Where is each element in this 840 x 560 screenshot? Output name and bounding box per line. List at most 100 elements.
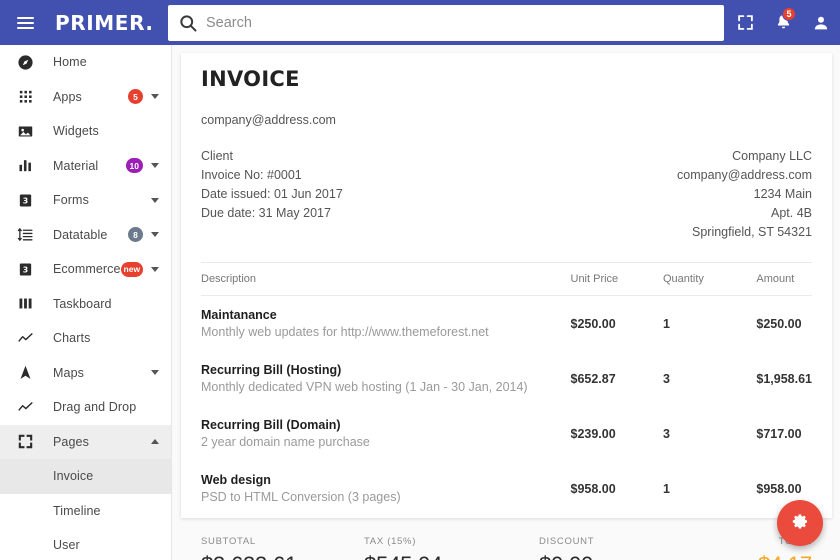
list-icon xyxy=(14,224,36,246)
cart-icon: 3 xyxy=(14,258,36,280)
notifications-button[interactable]: 5 xyxy=(764,0,802,45)
invoice-items-table: Description Unit Price Quantity Amount M… xyxy=(201,262,812,518)
chevron-down-icon[interactable] xyxy=(151,94,159,99)
sidebar-item-pages[interactable]: Pages xyxy=(0,425,171,460)
invoice-meta-line: Client xyxy=(201,147,343,166)
cell-quantity: 3 xyxy=(663,351,756,406)
item-title: Recurring Bill (Domain) xyxy=(201,418,571,432)
sidebar-item-home[interactable]: Home xyxy=(0,45,171,80)
sidebar-nav: HomeApps5WidgetsMaterial103FormsDatatabl… xyxy=(0,45,172,560)
invoice-meta-line: Springfield, ST 54321 xyxy=(677,223,812,242)
fullscreen-icon[interactable] xyxy=(726,0,764,45)
svg-text:3: 3 xyxy=(22,196,27,205)
invoice-meta: ClientInvoice No: #0001Date issued: 01 J… xyxy=(201,147,812,242)
chevron-up-icon[interactable] xyxy=(151,439,159,444)
cell-description: Recurring Bill (Domain) 2 year domain nam… xyxy=(201,406,571,461)
total-label: SUBTOTAL xyxy=(201,536,364,547)
total-block-tax-15-: TAX (15%) $545.04 xyxy=(364,536,539,560)
table-row: Recurring Bill (Hosting)Monthly dedicate… xyxy=(201,351,812,406)
sidebar-item-label: Widgets xyxy=(53,124,161,138)
sidebar-badge-material: 10 xyxy=(126,158,143,173)
sidebar-item-timeline[interactable]: Timeline xyxy=(0,494,171,529)
total-label: DISCOUNT xyxy=(539,536,714,547)
table-row: Web design PSD to HTML Conversion (3 page… xyxy=(201,461,812,518)
item-subtitle: 2 year domain name purchase xyxy=(201,435,571,449)
cell-quantity: 3 xyxy=(663,406,756,461)
sidebar-item-maps[interactable]: Maps xyxy=(0,356,171,391)
table-row: MaintananceMonthly web updates for http:… xyxy=(201,296,812,352)
column-header-unit-price: Unit Price xyxy=(571,263,663,296)
cell-description: Web design PSD to HTML Conversion (3 page… xyxy=(201,461,571,518)
item-title: Recurring Bill (Hosting) xyxy=(201,363,571,377)
form-icon: 3 xyxy=(14,189,36,211)
sidebar-item-widgets[interactable]: Widgets xyxy=(0,114,171,149)
sidebar-item-ecommerce[interactable]: 3Ecommercenew xyxy=(0,252,171,287)
invoice-meta-line: Date issued: 01 Jun 2017 xyxy=(201,185,343,204)
sidebar-item-forms[interactable]: 3 Forms xyxy=(0,183,171,218)
total-value: $4,17 xyxy=(714,552,812,560)
cell-unit-price: $652.87 xyxy=(571,351,663,406)
grid-icon xyxy=(14,86,36,108)
sidebar-item-datatable[interactable]: Datatable8 xyxy=(0,218,171,253)
cell-unit-price: $958.00 xyxy=(571,461,663,518)
invoice-client-block: ClientInvoice No: #0001Date issued: 01 J… xyxy=(201,147,343,242)
app-root: PRIMER. 5 xyxy=(0,0,840,560)
sidebar-badge-apps: 5 xyxy=(128,89,143,104)
sidebar-item-label: Apps xyxy=(53,90,128,104)
sidebar-item-invoice[interactable]: Invoice xyxy=(0,459,171,494)
gear-icon xyxy=(791,512,810,534)
sidebar-item-label: User xyxy=(53,538,161,552)
column-header-amount: Amount xyxy=(756,263,812,296)
cell-description: MaintananceMonthly web updates for http:… xyxy=(201,296,571,352)
invoice-company-block: Company LLCcompany@address.com1234 MainA… xyxy=(677,147,812,242)
top-app-bar: PRIMER. 5 xyxy=(0,0,840,45)
chevron-down-icon[interactable] xyxy=(151,370,159,375)
invoice-meta-line: Apt. 4B xyxy=(677,204,812,223)
sidebar-item-taskboard[interactable]: Taskboard xyxy=(0,287,171,322)
svg-text:3: 3 xyxy=(22,265,27,274)
columns-icon xyxy=(14,293,36,315)
sidebar-item-label: Drag and Drop xyxy=(53,400,161,414)
sidebar-item-label: Maps xyxy=(53,366,151,380)
brand-logo: PRIMER. xyxy=(55,11,154,35)
chevron-down-icon[interactable] xyxy=(151,198,159,203)
sidebar-item-apps[interactable]: Apps5 xyxy=(0,80,171,115)
total-value: $545.04 xyxy=(364,552,539,560)
total-value: $3,633.61 xyxy=(201,552,364,560)
sidebar-item-charts[interactable]: Charts xyxy=(0,321,171,356)
item-subtitle: PSD to HTML Conversion (3 pages) xyxy=(201,490,571,504)
column-header-description: Description xyxy=(201,263,571,296)
line-chart-icon xyxy=(14,396,36,418)
chevron-down-icon[interactable] xyxy=(151,232,159,237)
line-chart-icon xyxy=(14,327,36,349)
expand-icon xyxy=(14,431,36,453)
search-input[interactable] xyxy=(206,15,714,31)
table-body: MaintananceMonthly web updates for http:… xyxy=(201,296,812,519)
sidebar-item-drag-and-drop[interactable]: Drag and Drop xyxy=(0,390,171,425)
cell-amount: $717.00 xyxy=(756,406,812,461)
sidebar-item-material[interactable]: Material10 xyxy=(0,149,171,184)
cell-description: Recurring Bill (Hosting)Monthly dedicate… xyxy=(201,351,571,406)
chevron-down-icon[interactable] xyxy=(151,163,159,168)
search-bar[interactable] xyxy=(168,5,724,41)
column-header-quantity: Quantity xyxy=(663,263,756,296)
sidebar-item-label: Forms xyxy=(53,193,151,207)
invoice-sender-email: company@address.com xyxy=(201,113,812,127)
cell-unit-price: $239.00 xyxy=(571,406,663,461)
total-block-discount: DISCOUNT$0.00 xyxy=(539,536,714,560)
settings-fab-button[interactable] xyxy=(777,500,823,546)
item-title: Web design xyxy=(201,473,571,487)
page-title: INVOICE xyxy=(201,67,812,91)
notification-badge: 5 xyxy=(782,7,796,21)
cell-quantity: 1 xyxy=(663,296,756,352)
hamburger-icon[interactable] xyxy=(8,0,42,45)
invoice-meta-line: 1234 Main xyxy=(677,185,812,204)
chevron-down-icon[interactable] xyxy=(151,267,159,272)
total-label: TAX (15%) xyxy=(364,536,539,547)
invoice-totals: SUBTOTAL $3,633.61TAX (15%) $545.04DISCOUN… xyxy=(181,518,832,560)
sidebar-item-user[interactable]: User xyxy=(0,528,171,560)
user-icon[interactable] xyxy=(802,0,840,45)
sidebar-item-label: Ecommerce xyxy=(53,262,121,276)
navigation-icon xyxy=(14,362,36,384)
item-title: Maintanance xyxy=(201,308,571,322)
